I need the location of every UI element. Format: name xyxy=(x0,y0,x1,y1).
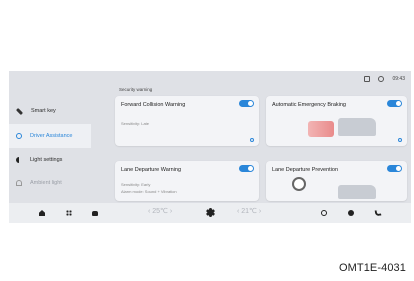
search-status-icon[interactable] xyxy=(378,76,385,82)
aeb-toggle[interactable] xyxy=(387,100,402,107)
settings-status-icon[interactable] xyxy=(364,76,371,82)
sidebar: Smart key Driver Assistance Light settin… xyxy=(9,87,91,207)
light-icon xyxy=(16,157,22,163)
section-title: Security warning xyxy=(119,87,153,92)
car-icon xyxy=(16,133,22,139)
bottom-bar: ‹ 25℃ › ‹ 21℃ › xyxy=(9,203,411,223)
card-forward-collision-warning[interactable]: Forward Collision Warning Sensitivity: L… xyxy=(115,96,259,146)
settings-icon[interactable] xyxy=(321,210,327,216)
home-icon[interactable] xyxy=(39,210,45,216)
info-icon[interactable] xyxy=(250,138,254,142)
card-automatic-emergency-braking[interactable]: Automatic Emergency Braking xyxy=(266,96,407,146)
vehicle-icon[interactable] xyxy=(92,211,98,216)
card-setting-line: Sensitivity: Late xyxy=(121,121,150,126)
status-bar: 09:43 xyxy=(364,73,405,85)
fcw-toggle[interactable] xyxy=(239,100,254,107)
sidebar-item-label: Smart key xyxy=(31,108,56,114)
ldw-toggle[interactable] xyxy=(239,165,254,172)
card-setting-line: Sensitivity: Early xyxy=(121,182,151,187)
card-lane-departure-warning[interactable]: Lane Departure Warning Sensitivity: Earl… xyxy=(115,161,259,201)
sidebar-item-label: Light settings xyxy=(30,157,63,163)
sidebar-item-ambient-light[interactable]: Ambient light xyxy=(9,173,91,193)
phone-icon[interactable] xyxy=(374,209,382,217)
car-illustration xyxy=(338,118,376,136)
card-title: Lane Departure Prevention xyxy=(272,167,339,173)
sidebar-item-label: Ambient light xyxy=(30,180,62,186)
figure-code: OMT1E-4031 xyxy=(338,262,406,274)
sidebar-item-driver-assistance[interactable]: Driver Assistance xyxy=(9,124,91,148)
card-title: Forward Collision Warning xyxy=(121,102,186,108)
info-icon[interactable] xyxy=(398,138,402,142)
ldp-toggle[interactable] xyxy=(387,165,402,172)
card-setting-line: Alarm mode: Sound + Vibration xyxy=(121,189,177,194)
media-icon[interactable] xyxy=(348,210,354,216)
clock: 09:43 xyxy=(392,76,405,82)
infotainment-screen: 09:43 Smart key Driver Assistance Light … xyxy=(9,71,411,223)
sidebar-item-smart-key[interactable]: Smart key xyxy=(9,101,91,121)
front-car-illustration xyxy=(308,121,334,137)
car-illustration xyxy=(338,185,376,199)
wrench-icon xyxy=(15,107,24,115)
right-temperature[interactable]: ‹ 21℃ › xyxy=(237,207,261,215)
card-title: Lane Departure Warning xyxy=(121,167,182,173)
steering-wheel-icon xyxy=(292,177,306,191)
left-temperature[interactable]: ‹ 25℃ › xyxy=(148,207,172,215)
sidebar-item-light-settings[interactable]: Light settings xyxy=(9,150,91,170)
apps-grid-icon[interactable] xyxy=(66,210,72,216)
card-title: Automatic Emergency Braking xyxy=(272,102,346,108)
person-icon xyxy=(16,180,22,186)
fan-icon[interactable] xyxy=(205,208,216,217)
card-lane-departure-prevention[interactable]: Lane Departure Prevention xyxy=(266,161,407,201)
sidebar-item-label: Driver Assistance xyxy=(30,133,73,139)
